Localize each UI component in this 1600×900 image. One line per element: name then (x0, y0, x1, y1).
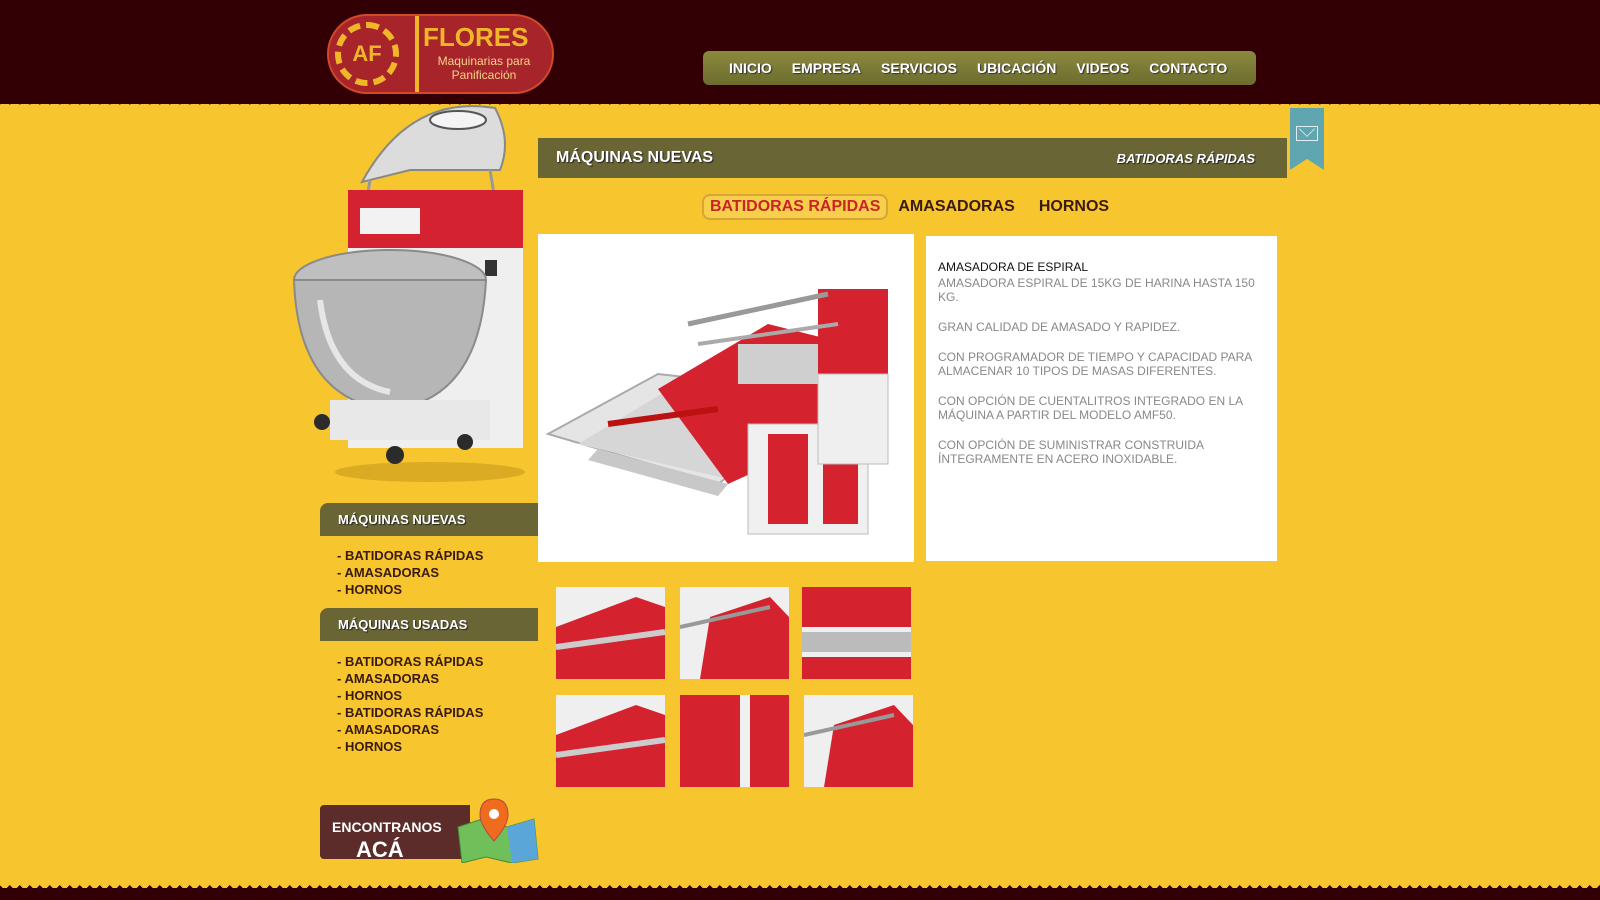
logo-title: FLORES (423, 22, 529, 52)
product-title: AMASADORA DE ESPIRAL (938, 260, 1089, 274)
desc-paragraph: CON PROGRAMADOR DE TIEMPO Y CAPACIDAD PA… (938, 350, 1252, 378)
sidebar-item-hornos[interactable]: - HORNOS (337, 738, 483, 755)
product-description: AMASADORA DE ESPIRAL AMASADORA ESPIRAL D… (926, 236, 1277, 561)
map-pin-icon (457, 798, 539, 863)
tab-batidoras-rapidas[interactable]: BATIDORAS RÁPIDAS (702, 194, 889, 220)
band-title: MÁQUINAS NUEVAS (556, 149, 714, 166)
band-subtitle: BATIDORAS RÁPIDAS (1116, 150, 1255, 166)
thumbnail-2[interactable] (680, 587, 789, 679)
desc-paragraph: GRAN CALIDAD DE AMASADO Y RAPIDEZ. (938, 320, 1181, 334)
sidebar-item-batidoras[interactable]: - BATIDORAS RÁPIDAS (337, 547, 483, 564)
mail-ribbon[interactable] (1290, 108, 1324, 170)
sidebar-item-amasadoras[interactable]: - AMASADORAS (337, 670, 483, 687)
hero-mixer-image (292, 105, 525, 482)
sidebar-list-new: - BATIDORAS RÁPIDAS - AMASADORAS - HORNO… (337, 547, 483, 598)
category-tabs: BATIDORAS RÁPIDAS AMASADORAS HORNOS (702, 194, 1133, 220)
nav-contacto[interactable]: CONTACTO (1149, 60, 1227, 76)
sidebar-heading-used[interactable]: MÁQUINAS USADAS (320, 608, 538, 641)
sidebar-item-batidoras[interactable]: - BATIDORAS RÁPIDAS (337, 704, 483, 721)
find-us-banner[interactable]: ENCONTRANOS ACÁ (320, 797, 542, 863)
nav-videos[interactable]: VIDEOS (1076, 60, 1129, 76)
desc-paragraph: CON OPCIÓN DE CUENTALITROS INTEGRADO EN … (938, 394, 1243, 422)
thumbnail-3[interactable] (802, 587, 911, 679)
sidebar-heading-new[interactable]: MÁQUINAS NUEVAS (320, 503, 538, 536)
find-us-box: ENCONTRANOS ACÁ (320, 805, 470, 862)
desc-paragraph: CON OPCIÓN DE SUMINISTRAR CONSTRUIDA ÍNT… (938, 438, 1204, 466)
sidebar-item-amasadoras[interactable]: - AMASADORAS (337, 721, 483, 738)
find-us-line1: ENCONTRANOS (332, 819, 442, 835)
footer-bar (0, 888, 1600, 900)
tab-hornos[interactable]: HORNOS (1039, 198, 1109, 216)
main-product-photo[interactable] (538, 234, 914, 562)
logo-gear-icon: AF (335, 22, 399, 86)
nav-servicios[interactable]: SERVICIOS (881, 60, 957, 76)
sidebar-item-hornos[interactable]: - HORNOS (337, 581, 483, 598)
tab-amasadoras[interactable]: AMASADORAS (898, 198, 1014, 216)
product-machine-image (545, 289, 889, 535)
main-nav: INICIO EMPRESA SERVICIOS UBICACIÓN VIDEO… (703, 51, 1256, 85)
sidebar-item-amasadoras[interactable]: - AMASADORAS (337, 564, 483, 581)
sidebar-list-used: - BATIDORAS RÁPIDAS - AMASADORAS - HORNO… (337, 653, 483, 755)
desc-paragraph: AMASADORA ESPIRAL DE 15KG DE HARINA HAST… (938, 276, 1255, 304)
thumbnail-1[interactable] (556, 587, 665, 679)
thumbnail-5[interactable] (680, 695, 789, 787)
section-band: MÁQUINAS NUEVAS BATIDORAS RÁPIDAS (538, 138, 1287, 178)
mail-icon (1296, 126, 1318, 141)
nav-empresa[interactable]: EMPRESA (792, 60, 861, 76)
thumbnail-4[interactable] (556, 695, 665, 787)
find-us-line2: ACÁ (356, 837, 404, 862)
thumbnail-6[interactable] (804, 695, 913, 787)
logo-divider (415, 16, 419, 92)
logo-subtitle: Maquinarias para Panificación (437, 54, 531, 82)
nav-inicio[interactable]: INICIO (729, 60, 772, 76)
nav-ubicacion[interactable]: UBICACIÓN (977, 60, 1056, 76)
sidebar-item-batidoras[interactable]: - BATIDORAS RÁPIDAS (337, 653, 483, 670)
logo[interactable]: AF FLORES Maquinarias para Panificación (327, 14, 554, 94)
sidebar-item-hornos[interactable]: - HORNOS (337, 687, 483, 704)
header-zigzag (0, 100, 1600, 110)
